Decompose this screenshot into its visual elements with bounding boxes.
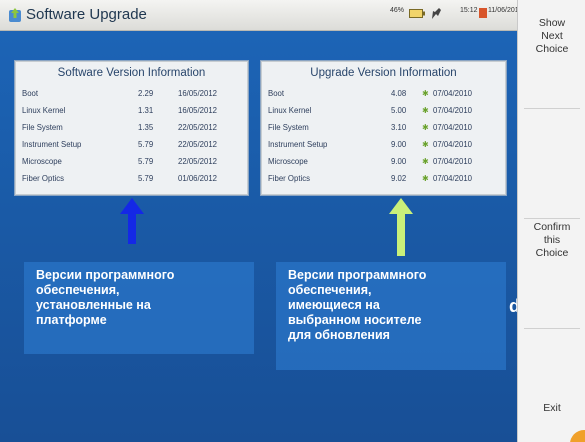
time-text: 15:12	[460, 7, 478, 14]
component-version: 9.00	[391, 157, 407, 166]
component-date: 01/06/2012	[178, 174, 218, 183]
installed-versions-callout: Версии программного обеспечения, установ…	[36, 268, 250, 328]
component-version: 9.02	[391, 174, 407, 183]
callout-line: для обновления	[288, 328, 390, 342]
table-row: Fiber Optics 5.79 01/06/2012	[22, 174, 243, 188]
divider	[524, 218, 580, 219]
component-date: 22/05/2012	[178, 140, 218, 149]
component-name: Fiber Optics	[22, 174, 65, 183]
component-name: Microscope	[268, 157, 308, 166]
component-version: 5.79	[138, 157, 154, 166]
panel-title: Upgrade Version Information	[310, 67, 457, 79]
update-available-icon: ✱	[422, 106, 429, 115]
divider	[524, 328, 580, 329]
battery-icon	[409, 9, 425, 18]
exit-button[interactable]: Exit	[518, 402, 585, 415]
component-name: Fiber Optics	[268, 174, 311, 183]
button-label: Choice	[535, 43, 569, 55]
component-version: 4.08	[391, 89, 407, 98]
show-next-choice-button[interactable]: Show Next Choice	[518, 17, 585, 56]
component-name: File System	[22, 123, 63, 132]
component-date: 16/05/2012	[178, 89, 218, 98]
plug-icon	[432, 8, 441, 19]
upgrade-version-panel: Upgrade Version Information Boot 4.08 ✱ …	[261, 61, 506, 195]
component-name: Boot	[268, 89, 285, 98]
component-version: 1.35	[138, 123, 154, 132]
callout-line: обеспечения,	[288, 283, 372, 297]
component-date: 22/05/2012	[178, 123, 218, 132]
component-name: Instrument Setup	[22, 140, 82, 149]
component-date: 22/05/2012	[178, 157, 218, 166]
button-label: this	[543, 234, 561, 246]
component-version: 3.10	[391, 123, 407, 132]
component-name: Instrument Setup	[268, 140, 328, 149]
battery-text: 46%	[390, 7, 405, 14]
arrow-up-icon	[389, 198, 413, 256]
component-date: 07/04/2010	[433, 140, 473, 149]
corner-logo-icon	[570, 430, 585, 442]
update-available-icon: ✱	[422, 174, 429, 183]
component-version: 9.00	[391, 140, 407, 149]
update-available-icon: ✱	[422, 157, 429, 166]
component-name: Boot	[22, 89, 39, 98]
button-label: Choice	[535, 247, 569, 259]
component-date: 07/04/2010	[433, 106, 473, 115]
component-version: 5.79	[138, 174, 154, 183]
callout-line: платформе	[36, 313, 107, 327]
table-row: Linux Kernel 1.31 16/05/2012	[22, 106, 243, 120]
title-bar: Software Upgrade 46% 15:12 11/06/2012	[0, 0, 523, 31]
table-row: Boot 2.29 16/05/2012	[22, 89, 243, 103]
component-version: 5.79	[138, 140, 154, 149]
update-available-icon: ✱	[422, 123, 429, 132]
table-row: Instrument Setup 5.79 22/05/2012	[22, 140, 243, 154]
callout-line: выбранном носителе	[288, 313, 422, 327]
callout-line: обеспечения,	[36, 283, 120, 297]
callout-line: установленные на	[36, 298, 151, 312]
component-date: 07/04/2010	[433, 123, 473, 132]
component-name: Linux Kernel	[22, 106, 66, 115]
confirm-choice-button[interactable]: Confirm this Choice	[518, 221, 585, 260]
callout-line: имеющиеся на	[288, 298, 380, 312]
component-version: 2.29	[138, 89, 154, 98]
component-name: Linux Kernel	[268, 106, 312, 115]
arrow-up-icon	[120, 198, 144, 244]
table-row: Fiber Optics 9.02 ✱ 07/04/2010	[268, 174, 501, 188]
button-label: Show	[538, 17, 566, 29]
button-label: Confirm	[533, 221, 571, 233]
component-name: File System	[268, 123, 309, 132]
update-available-icon: ✱	[422, 140, 429, 149]
divider	[524, 108, 580, 109]
table-row: Microscope 5.79 22/05/2012	[22, 157, 243, 171]
softkey-sidebar: Show Next Choice Confirm this Choice Exi…	[517, 0, 585, 442]
table-row: Boot 4.08 ✱ 07/04/2010	[268, 89, 501, 103]
software-version-panel: Software Version Information Boot 2.29 1…	[15, 61, 248, 195]
available-versions-callout: Версии программного обеспечения, имеющие…	[288, 268, 503, 343]
callout-line: Версии программного	[36, 268, 175, 282]
table-row: Instrument Setup 9.00 ✱ 07/04/2010	[268, 140, 501, 154]
table-row: Linux Kernel 5.00 ✱ 07/04/2010	[268, 106, 501, 120]
flag-icon	[479, 8, 487, 18]
component-name: Microscope	[22, 157, 62, 166]
upgrade-icon	[9, 8, 21, 22]
component-date: 07/04/2010	[433, 89, 473, 98]
table-row: File System 3.10 ✱ 07/04/2010	[268, 123, 501, 137]
button-label: Next	[541, 30, 563, 42]
component-date: 16/05/2012	[178, 106, 218, 115]
table-row: File System 1.35 22/05/2012	[22, 123, 243, 137]
update-available-icon: ✱	[422, 89, 429, 98]
button-label: Exit	[543, 402, 561, 414]
component-version: 1.31	[138, 106, 154, 115]
component-date: 07/04/2010	[433, 174, 473, 183]
component-date: 07/04/2010	[433, 157, 473, 166]
callout-line: Версии программного	[288, 268, 427, 282]
table-row: Microscope 9.00 ✱ 07/04/2010	[268, 157, 501, 171]
panel-title: Software Version Information	[57, 67, 206, 79]
component-version: 5.00	[391, 106, 407, 115]
window-title: Software Upgrade	[26, 6, 147, 23]
